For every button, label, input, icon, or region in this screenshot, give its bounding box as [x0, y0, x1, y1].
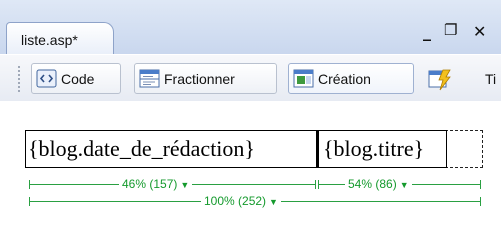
restore-button[interactable]: ❐	[444, 21, 457, 39]
table-width-label: 100% (252) ▼	[201, 194, 281, 209]
table-cell-date[interactable]: {blog.date_de_rédaction}	[25, 130, 317, 168]
split-view-icon	[139, 69, 160, 88]
design-view-button[interactable]: Création	[288, 63, 414, 94]
title-label: Ti	[485, 70, 497, 87]
split-view-button[interactable]: Fractionner	[134, 63, 277, 94]
document-tab-label: liste.asp*	[21, 32, 78, 48]
table-cell-title[interactable]: {blog.titre}	[317, 130, 447, 168]
document-toolbar: Code Fractionner Création Ti	[0, 54, 501, 102]
split-view-label: Fractionner	[164, 70, 235, 87]
design-view-label: Création	[318, 70, 371, 87]
measure-tick	[315, 180, 316, 189]
live-view-icon[interactable]	[428, 69, 452, 91]
document-tab-bar: liste.asp* _ ❐ ✕	[0, 0, 501, 55]
code-view-button[interactable]: Code	[31, 63, 121, 94]
minimize-button[interactable]: _	[423, 22, 431, 41]
column2-width-label: 54% (86) ▼	[345, 177, 412, 192]
code-view-label: Code	[61, 70, 95, 87]
code-view-icon	[36, 69, 57, 88]
measure-tick	[480, 180, 481, 189]
design-canvas[interactable]: {blog.date_de_rédaction} {blog.titre} 46…	[0, 101, 501, 244]
close-button[interactable]: ✕	[473, 22, 486, 41]
document-window: liste.asp* _ ❐ ✕ Code Fractionner Créati…	[0, 0, 501, 244]
design-view-icon	[293, 69, 314, 88]
column1-width-label: 46% (157) ▼	[119, 177, 193, 192]
measure-tick	[480, 197, 481, 206]
document-tab-liste[interactable]: liste.asp*	[6, 22, 114, 55]
toolbar-grip[interactable]	[17, 65, 21, 93]
